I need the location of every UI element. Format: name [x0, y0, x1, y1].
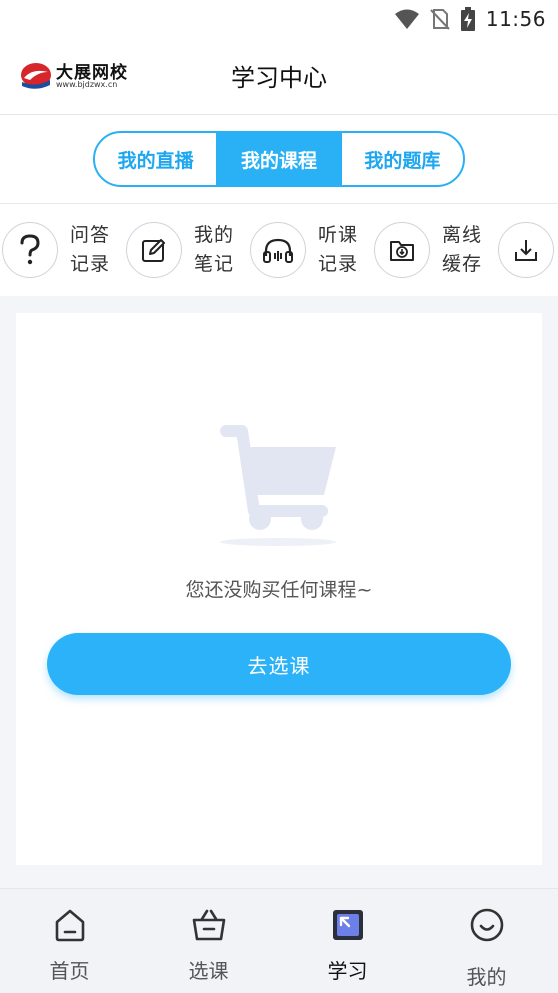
page-title: 学习中心 — [231, 64, 327, 92]
quick-action-my-notes[interactable]: 我的 笔记 — [126, 218, 242, 282]
empty-message: 您还没购买任何课程~ — [185, 579, 373, 601]
nav-home[interactable]: 首页 — [0, 889, 139, 993]
label-line-2: 记录 — [318, 253, 359, 275]
nav-label: 首页 — [49, 959, 90, 983]
quick-action-qa-records[interactable]: 问答 记录 — [2, 218, 118, 282]
status-icons: 11:56 — [394, 5, 546, 33]
headphones-icon — [250, 222, 306, 278]
tab-my-question-bank[interactable]: 我的题库 — [339, 133, 463, 185]
quick-action-label: 我的 笔记 — [194, 221, 242, 279]
quick-action-offline-cache[interactable]: 离线 缓存 — [374, 218, 490, 282]
label-line-1: 离线 — [442, 224, 483, 246]
quick-action-listen-records[interactable]: 听课 记录 — [250, 218, 366, 282]
nav-label: 选课 — [188, 959, 229, 983]
no-sim-icon — [430, 9, 450, 30]
nav-study[interactable]: 学习 — [278, 889, 417, 993]
tab-my-courses[interactable]: 我的课程 — [216, 133, 340, 185]
quick-action-label: 问答 记录 — [70, 221, 118, 279]
quick-action-download[interactable] — [498, 218, 554, 282]
bottom-nav: 首页 选课 学习 我的 — [0, 888, 558, 993]
nav-choose-course[interactable]: 选课 — [139, 889, 278, 993]
tab-my-live[interactable]: 我的直播 — [95, 133, 216, 185]
download-icon — [498, 222, 554, 278]
home-icon — [55, 909, 84, 942]
nav-mine[interactable]: 我的 — [417, 889, 556, 993]
battery-charging-icon — [460, 7, 475, 31]
question-icon — [2, 222, 58, 278]
edit-note-icon — [126, 222, 182, 278]
shopping-cart-icon — [220, 425, 336, 546]
quick-actions-row: 问答 记录 我的 笔记 听课 记录 离线 缓存 — [0, 204, 558, 296]
quick-action-label: 离线 缓存 — [442, 221, 490, 279]
status-bar: 11:56 — [0, 0, 558, 38]
label-line-1: 问答 — [70, 224, 111, 246]
wifi-icon — [394, 9, 419, 29]
label-line-2: 缓存 — [442, 253, 483, 275]
basket-icon — [192, 909, 225, 941]
quick-action-label: 听课 记录 — [318, 221, 366, 279]
label-line-2: 记录 — [70, 253, 111, 275]
nav-label: 学习 — [327, 959, 368, 983]
label-line-1: 我的 — [194, 224, 235, 246]
smile-icon — [470, 908, 503, 942]
choose-course-button[interactable]: 去选课 — [47, 633, 511, 695]
study-icon — [332, 910, 363, 940]
folder-download-icon — [374, 222, 430, 278]
nav-label: 我的 — [466, 965, 507, 989]
tabs-area: 我的直播 我的课程 我的题库 — [0, 115, 558, 204]
courses-empty-card: 您还没购买任何课程~ 去选课 — [16, 313, 542, 865]
segmented-tabs: 我的直播 我的课程 我的题库 — [93, 131, 465, 187]
app-header: 大展网校 www.bjdzwx.cn 学习中心 — [0, 38, 558, 115]
label-line-2: 笔记 — [194, 253, 235, 275]
label-line-1: 听课 — [318, 224, 359, 246]
status-time: 11:56 — [485, 7, 546, 31]
